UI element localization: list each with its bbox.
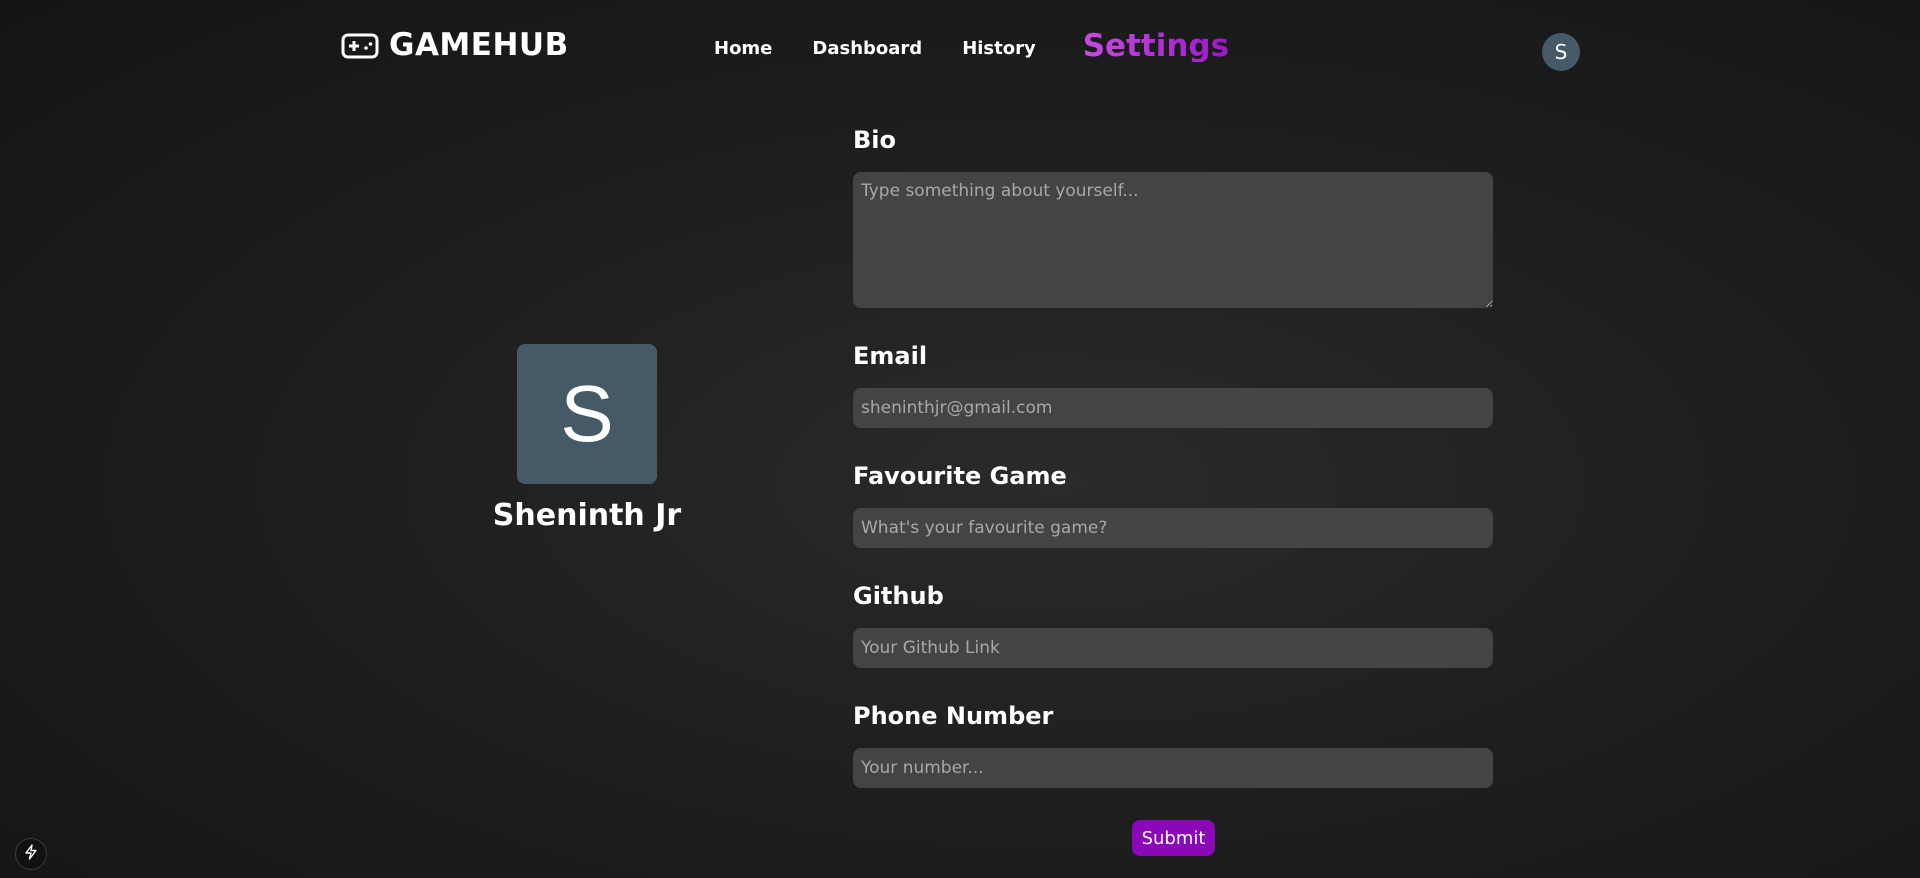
email-field[interactable]: [853, 388, 1493, 428]
nav-history[interactable]: History: [962, 39, 1036, 58]
favourite-game-field[interactable]: [853, 508, 1493, 548]
nav-home[interactable]: Home: [714, 39, 772, 58]
top-navbar: GAMEHUB Home Dashboard History Settings …: [0, 0, 1920, 100]
nav-dashboard[interactable]: Dashboard: [812, 39, 922, 58]
submit-button[interactable]: Submit: [1132, 820, 1215, 856]
email-label: Email: [853, 342, 928, 370]
github-field[interactable]: [853, 628, 1493, 668]
profile-avatar: S: [517, 344, 657, 484]
phone-field[interactable]: [853, 748, 1493, 788]
main-nav: Home Dashboard History Settings: [714, 31, 1229, 64]
nav-settings[interactable]: Settings: [1083, 31, 1229, 62]
phone-label: Phone Number: [853, 702, 1054, 730]
dev-tools-button[interactable]: [15, 838, 47, 870]
brand-name: GAMEHUB: [389, 27, 569, 63]
profile-name: Sheninth Jr: [492, 498, 682, 533]
favourite-game-label: Favourite Game: [853, 462, 1067, 490]
brand-logo[interactable]: GAMEHUB: [341, 30, 569, 61]
lightning-icon: [24, 844, 38, 864]
github-label: Github: [853, 582, 944, 610]
bio-textarea[interactable]: [853, 172, 1493, 308]
user-avatar[interactable]: S: [1542, 33, 1580, 71]
bio-label: Bio: [853, 126, 897, 154]
gamepad-icon: [341, 32, 379, 60]
